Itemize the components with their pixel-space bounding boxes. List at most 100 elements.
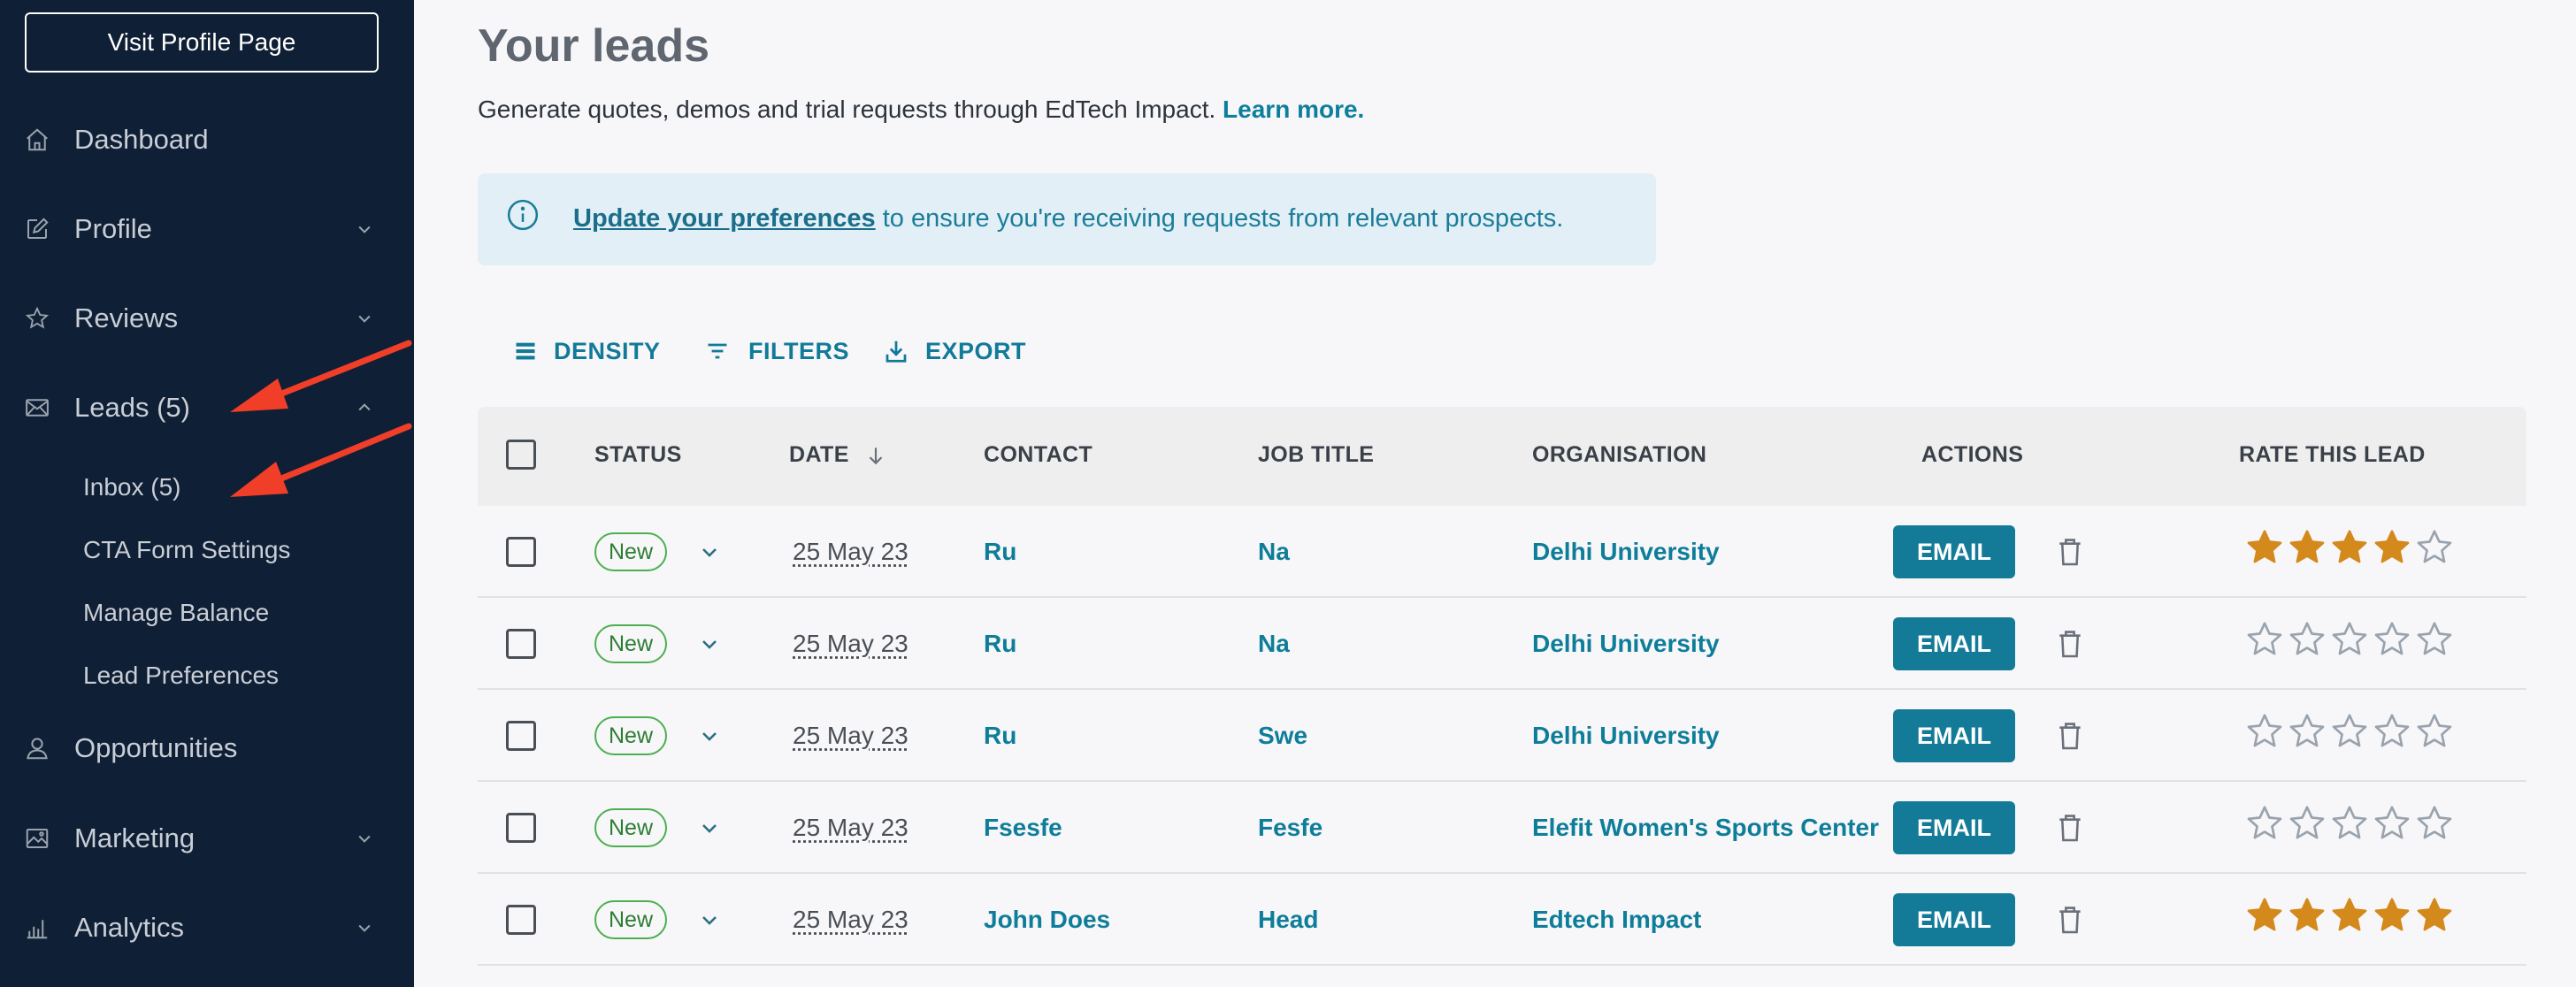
header-organisation[interactable]: ORGANISATION — [1532, 442, 1706, 468]
status-dropdown-chevron-icon[interactable] — [699, 909, 720, 930]
lead-organisation[interactable]: Delhi University — [1532, 538, 1720, 566]
status-badge: New — [594, 716, 668, 755]
star-empty-icon[interactable] — [2413, 527, 2456, 568]
status-dropdown-chevron-icon[interactable] — [699, 633, 720, 654]
status-badge: New — [594, 624, 668, 663]
email-button[interactable]: EMAIL — [1893, 801, 2015, 854]
sidebar-item-analytics[interactable]: Analytics — [0, 892, 414, 963]
star-empty-icon[interactable] — [2371, 711, 2413, 752]
trash-icon[interactable] — [2058, 629, 2082, 659]
status-badge: New — [594, 532, 668, 571]
download-icon — [886, 340, 907, 363]
star-empty-icon[interactable] — [2328, 803, 2371, 844]
star-filled-icon[interactable] — [2328, 527, 2371, 568]
sidebar-subitem-inbox[interactable]: Inbox (5) — [83, 461, 181, 514]
star-filled-icon[interactable] — [2413, 895, 2456, 936]
trash-icon[interactable] — [2058, 537, 2082, 567]
sidebar-item-label: Analytics — [74, 912, 185, 943]
star-filled-icon[interactable] — [2243, 895, 2286, 936]
header-date[interactable]: DATE — [789, 442, 887, 468]
email-button[interactable]: EMAIL — [1893, 525, 2015, 578]
sort-arrow-down-icon[interactable] — [864, 443, 887, 468]
star-empty-icon[interactable] — [2286, 619, 2328, 660]
email-button[interactable]: EMAIL — [1893, 617, 2015, 670]
sidebar-item-opportunities[interactable]: Opportunities — [0, 713, 414, 784]
sidebar-item-dashboard[interactable]: Dashboard — [0, 104, 414, 175]
star-empty-icon[interactable] — [2243, 803, 2286, 844]
sidebar-item-label: Marketing — [74, 822, 196, 853]
email-button[interactable]: EMAIL — [1893, 709, 2015, 762]
star-empty-icon[interactable] — [2371, 619, 2413, 660]
rating-stars[interactable] — [2243, 895, 2456, 936]
rating-stars[interactable] — [2243, 527, 2456, 568]
density-button[interactable]: DENSITY — [513, 332, 661, 371]
lead-organisation[interactable]: Delhi University — [1532, 630, 1720, 658]
star-empty-icon[interactable] — [2413, 619, 2456, 660]
sidebar-item-profile[interactable]: Profile — [0, 194, 414, 264]
bar-chart-icon — [23, 914, 51, 942]
trash-icon[interactable] — [2058, 905, 2082, 935]
status-dropdown-chevron-icon[interactable] — [699, 725, 720, 746]
lead-contact[interactable]: Fsesfe — [984, 814, 1062, 842]
lead-contact[interactable]: Ru — [984, 722, 1016, 750]
page-description: Generate quotes, demos and trial request… — [478, 96, 1364, 124]
star-filled-icon[interactable] — [2243, 527, 2286, 568]
visit-profile-button[interactable]: Visit Profile Page — [25, 12, 379, 73]
row-checkbox[interactable] — [506, 813, 536, 843]
sidebar-subitem-cta-form-settings[interactable]: CTA Form Settings — [83, 524, 290, 577]
lead-organisation[interactable]: Elefit Women's Sports Center — [1532, 814, 1879, 842]
lead-contact[interactable]: Ru — [984, 538, 1016, 566]
lead-job-title[interactable]: Head — [1258, 906, 1318, 934]
lead-job-title[interactable]: Na — [1258, 630, 1290, 658]
density-label: DENSITY — [554, 337, 661, 364]
row-checkbox[interactable] — [506, 905, 536, 935]
info-text: Update your preferences to ensure you're… — [573, 204, 1563, 233]
star-filled-icon[interactable] — [2371, 527, 2413, 568]
star-filled-icon[interactable] — [2286, 527, 2328, 568]
star-filled-icon[interactable] — [2286, 895, 2328, 936]
row-checkbox[interactable] — [506, 537, 536, 567]
header-rate: RATE THIS LEAD — [2239, 442, 2426, 467]
lead-job-title[interactable]: Na — [1258, 538, 1290, 566]
rating-stars[interactable] — [2243, 711, 2456, 752]
sidebar-item-marketing[interactable]: Marketing — [0, 803, 414, 874]
row-checkbox[interactable] — [506, 629, 536, 659]
star-empty-icon[interactable] — [2413, 711, 2456, 752]
update-preferences-link[interactable]: Update your preferences — [573, 204, 876, 233]
lead-organisation[interactable]: Delhi University — [1532, 722, 1720, 750]
lead-job-title[interactable]: Swe — [1258, 722, 1307, 750]
rating-stars[interactable] — [2243, 803, 2456, 844]
lead-date: 25 May 23 — [793, 538, 908, 565]
star-filled-icon[interactable] — [2371, 895, 2413, 936]
header-contact[interactable]: CONTACT — [984, 442, 1092, 468]
export-button[interactable]: EXPORT — [883, 332, 1026, 371]
header-job-title[interactable]: JOB TITLE — [1258, 442, 1374, 468]
status-dropdown-chevron-icon[interactable] — [699, 817, 720, 838]
star-filled-icon[interactable] — [2328, 895, 2371, 936]
star-empty-icon[interactable] — [2243, 619, 2286, 660]
star-empty-icon[interactable] — [2413, 803, 2456, 844]
learn-more-link[interactable]: Learn more. — [1223, 96, 1364, 123]
lead-date: 25 May 23 — [793, 814, 908, 841]
lead-job-title[interactable]: Fesfe — [1258, 814, 1322, 842]
star-empty-icon[interactable] — [2328, 619, 2371, 660]
filters-button[interactable]: FILTERS — [702, 332, 849, 371]
select-all-checkbox[interactable] — [506, 440, 536, 470]
lead-contact[interactable]: Ru — [984, 630, 1016, 658]
email-button[interactable]: EMAIL — [1893, 893, 2015, 946]
sidebar-subitem-lead-preferences[interactable]: Lead Preferences — [83, 649, 279, 702]
lead-contact[interactable]: John Does — [984, 906, 1110, 934]
trash-icon[interactable] — [2058, 721, 2082, 751]
rating-stars[interactable] — [2243, 619, 2456, 660]
lead-organisation[interactable]: Edtech Impact — [1532, 906, 1701, 934]
status-dropdown-chevron-icon[interactable] — [699, 541, 720, 562]
sidebar-subitem-manage-balance[interactable]: Manage Balance — [83, 586, 269, 639]
header-status[interactable]: STATUS — [594, 442, 682, 468]
row-checkbox[interactable] — [506, 721, 536, 751]
star-empty-icon[interactable] — [2328, 711, 2371, 752]
trash-icon[interactable] — [2058, 813, 2082, 843]
star-empty-icon[interactable] — [2286, 803, 2328, 844]
star-empty-icon[interactable] — [2243, 711, 2286, 752]
star-empty-icon[interactable] — [2371, 803, 2413, 844]
star-empty-icon[interactable] — [2286, 711, 2328, 752]
